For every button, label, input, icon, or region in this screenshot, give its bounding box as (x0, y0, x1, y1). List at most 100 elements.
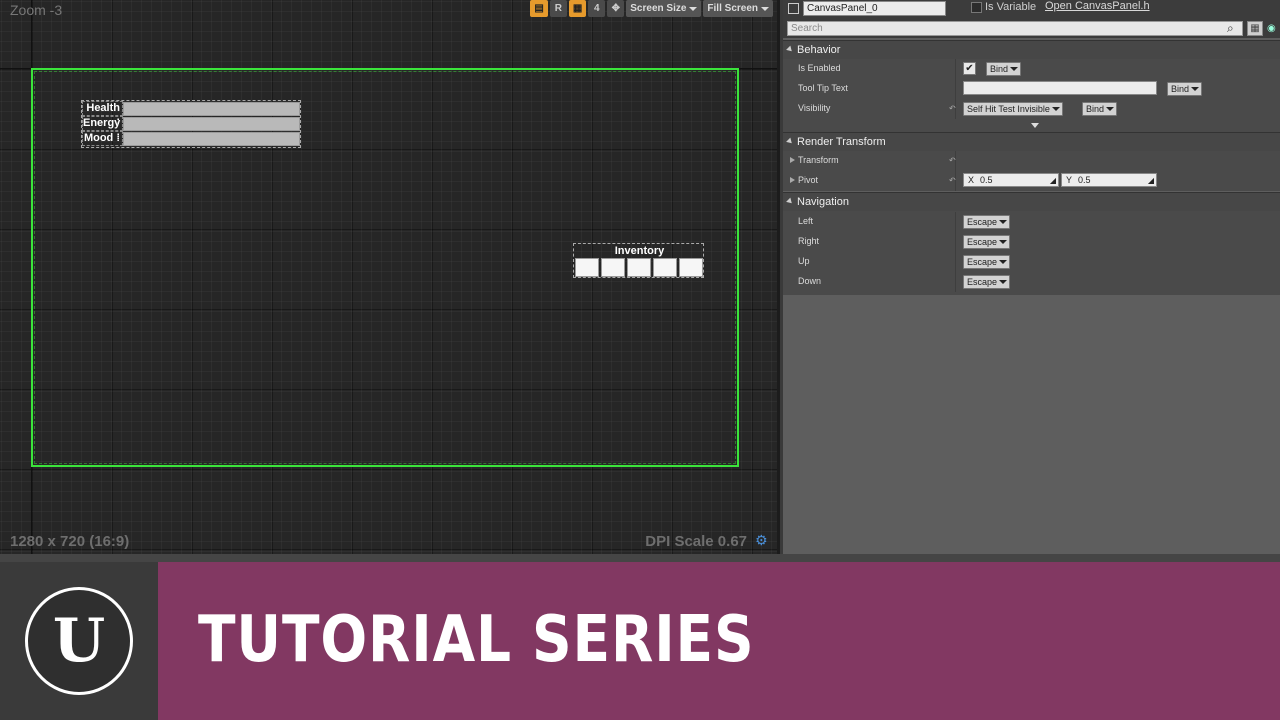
behavior-category-header[interactable]: Behavior (783, 40, 1280, 59)
inventory-slot[interactable] (653, 258, 677, 277)
column-divider (955, 252, 956, 272)
screen-size-dropdown[interactable]: Screen Size (626, 0, 702, 17)
inventory-title: Inventory (614, 245, 665, 257)
inventory-slot[interactable] (679, 258, 703, 277)
details-panel: CanvasPanel_0 Is Variable Open CanvasPan… (783, 0, 1280, 554)
expand-arrow-icon[interactable] (790, 157, 795, 163)
visibility-label: Visibility (798, 103, 831, 113)
grid-snap-icon[interactable]: ▦ (568, 0, 587, 17)
layout-mode-icon[interactable]: ▤ (530, 0, 548, 17)
open-source-link[interactable]: Open CanvasPanel.h (1045, 0, 1150, 12)
dpi-settings-gear-icon[interactable]: ⚙ (755, 534, 769, 548)
pivot-y-value: 0.5 (1078, 175, 1091, 185)
nav-up-dropdown[interactable]: Escape (963, 255, 1011, 269)
stat-label: Mood : (82, 131, 123, 146)
inventory-slots (575, 258, 703, 277)
reset-arrow-icon[interactable]: ↶ (949, 156, 956, 165)
pivot-x-value: 0.5 (980, 175, 993, 185)
drag-handle-icon[interactable]: ◢ (1148, 175, 1154, 187)
resolution-label: 1280 x 720 (16:9) (10, 533, 130, 550)
nav-label: Up (798, 256, 810, 266)
pivot-y-field[interactable]: Y 0.5 ◢ (1061, 173, 1157, 187)
inventory-slot[interactable] (627, 258, 651, 277)
tooltip-label: Tool Tip Text (798, 83, 848, 93)
reset-arrow-icon[interactable]: ↶ (949, 176, 956, 185)
render-transform-category-header[interactable]: Render Transform (783, 132, 1280, 151)
stat-label: Energy : (82, 116, 123, 142)
nav-row-left: Left Escape (783, 212, 1280, 232)
widget-type-icon (788, 3, 799, 14)
collapse-arrow-icon (786, 137, 794, 146)
x-axis-label: X (968, 175, 975, 185)
nav-row-up: Up Escape (783, 252, 1280, 272)
transform-mode-icon[interactable]: ✥ (607, 0, 625, 17)
details-header: CanvasPanel_0 Is Variable Open CanvasPan… (783, 0, 1280, 19)
is-enabled-bind-dropdown[interactable]: Bind (986, 62, 1022, 76)
visibility-bind-dropdown[interactable]: Bind (1082, 102, 1118, 116)
drag-handle-icon[interactable]: ◢ (1050, 175, 1056, 187)
stat-label: Health : (82, 101, 123, 127)
fill-screen-dropdown[interactable]: Fill Screen (703, 0, 773, 17)
stat-row-energy[interactable]: Energy : (82, 116, 300, 142)
inventory-slot[interactable] (601, 258, 625, 277)
reset-arrow-icon[interactable]: ↶ (949, 104, 956, 113)
collapse-arrow-icon (786, 45, 794, 54)
nav-label: Left (798, 216, 814, 226)
widget-name-field[interactable]: CanvasPanel_0 (803, 1, 946, 16)
nav-left-dropdown[interactable]: Escape (963, 215, 1011, 229)
column-divider (955, 232, 956, 252)
is-variable-label: Is Variable (985, 1, 1037, 13)
stat-row-mood[interactable]: Mood : (82, 131, 300, 146)
expand-arrow-icon[interactable] (790, 177, 795, 183)
nav-label: Right (798, 236, 820, 246)
navigation-body: Left Escape Right Escape Up Escape Down … (783, 211, 1280, 295)
tooltip-text-field[interactable] (963, 81, 1157, 95)
behavior-body: Is Enabled ✔ Bind Tool Tip Text Bind Vis… (783, 59, 1280, 133)
zoom-label: Zoom -3 (10, 2, 63, 18)
is-enabled-label: Is Enabled (798, 63, 841, 73)
mood-progress-bar[interactable] (123, 131, 300, 146)
inventory-widget[interactable]: Inventory (573, 243, 704, 278)
render-transform-header-label: Render Transform (797, 136, 886, 148)
behavior-header-label: Behavior (797, 44, 841, 56)
nav-down-dropdown[interactable]: Escape (963, 275, 1011, 289)
column-divider (955, 212, 956, 232)
stats-widget[interactable]: Health : Energy : Mood : (81, 100, 301, 148)
nav-row-right: Right Escape (783, 232, 1280, 252)
tooltip-row: Tool Tip Text Bind (783, 79, 1280, 99)
visibility-dropdown[interactable]: Self Hit Test Invisible (963, 102, 1063, 116)
column-divider (955, 79, 956, 99)
navigation-category-header[interactable]: Navigation (783, 192, 1280, 211)
nav-right-dropdown[interactable]: Escape (963, 235, 1011, 249)
pivot-row[interactable]: Pivot ↶ X 0.5 ◢ Y 0.5 ◢ (783, 171, 1280, 191)
is-enabled-checkbox[interactable]: ✔ (963, 62, 976, 75)
nav-row-down: Down Escape (783, 272, 1280, 292)
grid-size-button[interactable]: 4 (588, 0, 606, 17)
transform-row[interactable]: Transform ↶ (783, 151, 1280, 171)
tooltip-bind-dropdown[interactable]: Bind (1167, 82, 1203, 96)
pivot-label: Pivot (798, 175, 819, 185)
health-progress-bar[interactable] (123, 101, 300, 116)
column-divider (955, 272, 956, 292)
is-enabled-row: Is Enabled ✔ Bind (783, 59, 1280, 79)
pivot-x-field[interactable]: X 0.5 ◢ (963, 173, 1059, 187)
is-variable-checkbox[interactable] (971, 2, 982, 13)
details-search-input[interactable] (787, 21, 1243, 36)
column-divider (955, 59, 956, 79)
search-icon[interactable]: ⌕ (1227, 22, 1240, 35)
energy-progress-bar[interactable] (123, 116, 300, 131)
inventory-slot[interactable] (575, 258, 599, 277)
advanced-expand-arrow-icon[interactable] (1031, 123, 1039, 128)
property-matrix-icon[interactable]: ▦ (1247, 21, 1263, 36)
designer-viewport[interactable]: Zoom -3 ▤ R ▦ 4 ✥ Screen Size Fill Scree… (0, 0, 780, 554)
dpi-scale-label: DPI Scale 0.67 (645, 533, 747, 550)
banner-separator (0, 554, 1280, 562)
details-search-row: ⌕ ▦ ◉ (783, 19, 1280, 38)
visibility-row: Visibility ↶ Self Hit Test Invisible Bin… (783, 99, 1280, 119)
nav-label: Down (798, 276, 822, 286)
render-transform-body: Transform ↶ Pivot ↶ X 0.5 ◢ Y 0.5 ◢ (783, 151, 1280, 191)
eye-icon[interactable]: ◉ (1267, 23, 1276, 34)
stat-row-health[interactable]: Health : (82, 101, 300, 127)
y-axis-label: Y (1066, 175, 1073, 185)
r-toggle-button[interactable]: R (549, 0, 567, 17)
